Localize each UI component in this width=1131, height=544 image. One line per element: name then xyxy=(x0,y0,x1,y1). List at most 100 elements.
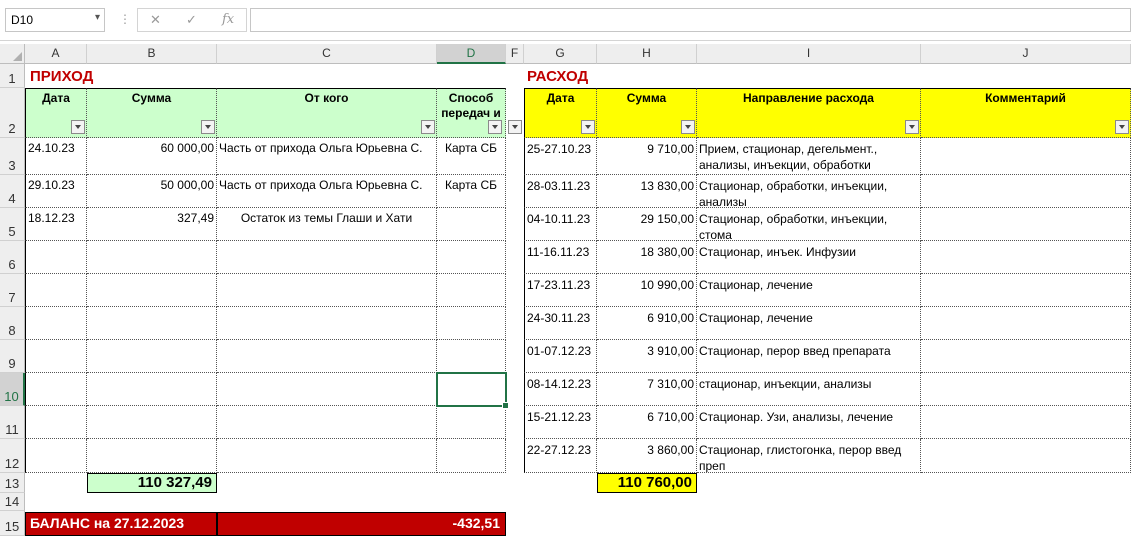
expense-cell[interactable]: 04-10.11.23 xyxy=(524,208,597,241)
row-header-11[interactable]: 11 xyxy=(0,406,25,439)
col-header-j[interactable]: J xyxy=(921,44,1131,64)
row-header-1[interactable]: 1 xyxy=(0,64,25,88)
cancel-icon[interactable]: ✕ xyxy=(150,12,161,28)
income-cell[interactable] xyxy=(25,439,87,473)
col-header-g[interactable]: G xyxy=(524,44,597,64)
select-all-corner[interactable] xyxy=(0,44,25,64)
expense-cell[interactable] xyxy=(921,138,1131,175)
income-cell[interactable] xyxy=(87,274,217,307)
expense-cell[interactable]: 22-27.12.23 xyxy=(524,439,597,473)
income-cell[interactable] xyxy=(87,340,217,373)
expense-cell[interactable] xyxy=(921,307,1131,340)
income-cell[interactable] xyxy=(25,406,87,439)
row-header-15[interactable]: 15 xyxy=(0,511,25,536)
expense-cell[interactable]: 11-16.11.23 xyxy=(524,241,597,274)
expense-cell[interactable]: 3 860,00 xyxy=(597,439,697,473)
row-header-10[interactable]: 10 xyxy=(0,373,25,406)
col-header-b[interactable]: B xyxy=(87,44,217,64)
income-cell[interactable] xyxy=(437,307,506,340)
filter-dropdown-icon[interactable] xyxy=(581,120,595,134)
balance-label[interactable]: БАЛАНС на 27.12.2023 xyxy=(25,512,217,536)
col-header-d[interactable]: D xyxy=(437,44,506,64)
income-cell[interactable] xyxy=(87,307,217,340)
income-cell[interactable] xyxy=(217,439,437,473)
income-cell[interactable]: 60 000,00 xyxy=(87,138,217,175)
active-cell-d10[interactable] xyxy=(436,372,509,409)
col-header-c[interactable]: C xyxy=(217,44,437,64)
chevron-down-icon[interactable]: ▾ xyxy=(95,12,100,23)
expense-cell[interactable] xyxy=(921,373,1131,406)
expense-cell[interactable]: 18 380,00 xyxy=(597,241,697,274)
row-header-2[interactable]: 2 xyxy=(0,88,25,138)
expense-cell[interactable]: 9 710,00 xyxy=(597,138,697,175)
income-cell[interactable] xyxy=(217,274,437,307)
income-cell[interactable]: Карта СБ xyxy=(437,175,506,208)
income-cell[interactable] xyxy=(217,340,437,373)
row-header-14[interactable]: 14 xyxy=(0,493,25,511)
expense-cell[interactable]: Стационар, перор введ препарата xyxy=(697,340,921,373)
income-cell[interactable] xyxy=(87,241,217,274)
income-cell[interactable] xyxy=(217,241,437,274)
income-cell[interactable] xyxy=(87,406,217,439)
expense-cell[interactable]: Стационар, глистогонка, перор введ преп xyxy=(697,439,921,473)
expense-cell[interactable]: Прием, стационар, дегельмент., анализы, … xyxy=(697,138,921,175)
expense-cell[interactable] xyxy=(921,274,1131,307)
expense-cell[interactable]: 25-27.10.23 xyxy=(524,138,597,175)
income-cell[interactable]: Карта СБ xyxy=(437,138,506,175)
income-cell[interactable] xyxy=(217,373,437,406)
filter-dropdown-icon[interactable] xyxy=(421,120,435,134)
balance-value[interactable]: -432,51 xyxy=(217,512,506,536)
col-header-a[interactable]: A xyxy=(25,44,87,64)
row-header-9[interactable]: 9 xyxy=(0,340,25,373)
expense-cell[interactable]: 7 310,00 xyxy=(597,373,697,406)
filter-dropdown-icon[interactable] xyxy=(71,120,85,134)
row-header-12[interactable]: 12 xyxy=(0,439,25,473)
expense-cell[interactable]: 10 990,00 xyxy=(597,274,697,307)
expense-cell[interactable] xyxy=(921,406,1131,439)
income-cell[interactable] xyxy=(437,241,506,274)
expense-cell[interactable] xyxy=(921,241,1131,274)
name-box[interactable]: D10 ▾ xyxy=(5,8,105,32)
expense-cell[interactable] xyxy=(921,208,1131,241)
filter-dropdown-icon[interactable] xyxy=(201,120,215,134)
income-cell[interactable]: 50 000,00 xyxy=(87,175,217,208)
row-header-6[interactable]: 6 xyxy=(0,241,25,274)
expense-cell[interactable]: Стационар, обработки, инъекции, стома xyxy=(697,208,921,241)
expense-cell[interactable]: 24-30.11.23 xyxy=(524,307,597,340)
row-header-7[interactable]: 7 xyxy=(0,274,25,307)
income-total[interactable]: 110 327,49 xyxy=(87,473,217,493)
expense-cell[interactable]: Стационар. Узи, анализы, лечение xyxy=(697,406,921,439)
expense-cell[interactable] xyxy=(921,175,1131,208)
income-cell[interactable] xyxy=(437,340,506,373)
filter-dropdown-icon[interactable] xyxy=(905,120,919,134)
income-cell[interactable]: Часть от прихода Ольга Юрьевна С. xyxy=(217,138,437,175)
income-cell[interactable]: 327,49 xyxy=(87,208,217,241)
income-cell[interactable]: 18.12.23 xyxy=(25,208,87,241)
income-cell[interactable]: Остаток из темы Глаши и Хати xyxy=(217,208,437,241)
filter-dropdown-icon[interactable] xyxy=(508,120,522,134)
income-cell[interactable] xyxy=(217,406,437,439)
expense-cell[interactable]: 6 710,00 xyxy=(597,406,697,439)
filter-dropdown-icon[interactable] xyxy=(488,120,502,134)
expense-cell[interactable]: 28-03.11.23 xyxy=(524,175,597,208)
income-cell[interactable] xyxy=(437,439,506,473)
expense-cell[interactable]: Стационар, инъек. Инфузии xyxy=(697,241,921,274)
col-header-i[interactable]: I xyxy=(697,44,921,64)
expense-cell[interactable] xyxy=(921,439,1131,473)
expense-cell[interactable]: 29 150,00 xyxy=(597,208,697,241)
income-cell[interactable] xyxy=(25,307,87,340)
income-cell[interactable]: 29.10.23 xyxy=(25,175,87,208)
col-header-h[interactable]: H xyxy=(597,44,697,64)
income-cell[interactable] xyxy=(25,373,87,406)
col-header-f[interactable]: F xyxy=(506,44,524,64)
filter-dropdown-icon[interactable] xyxy=(681,120,695,134)
row-header-3[interactable]: 3 xyxy=(0,138,25,175)
expense-cell[interactable]: 3 910,00 xyxy=(597,340,697,373)
filter-dropdown-icon[interactable] xyxy=(1115,120,1129,134)
income-cell[interactable] xyxy=(437,208,506,241)
income-cell[interactable] xyxy=(217,307,437,340)
income-cell[interactable] xyxy=(437,406,506,439)
income-cell[interactable] xyxy=(437,274,506,307)
expense-total[interactable]: 110 760,00 xyxy=(597,473,697,493)
expense-cell[interactable]: Стационар, обработки, инъекции, анализы xyxy=(697,175,921,208)
